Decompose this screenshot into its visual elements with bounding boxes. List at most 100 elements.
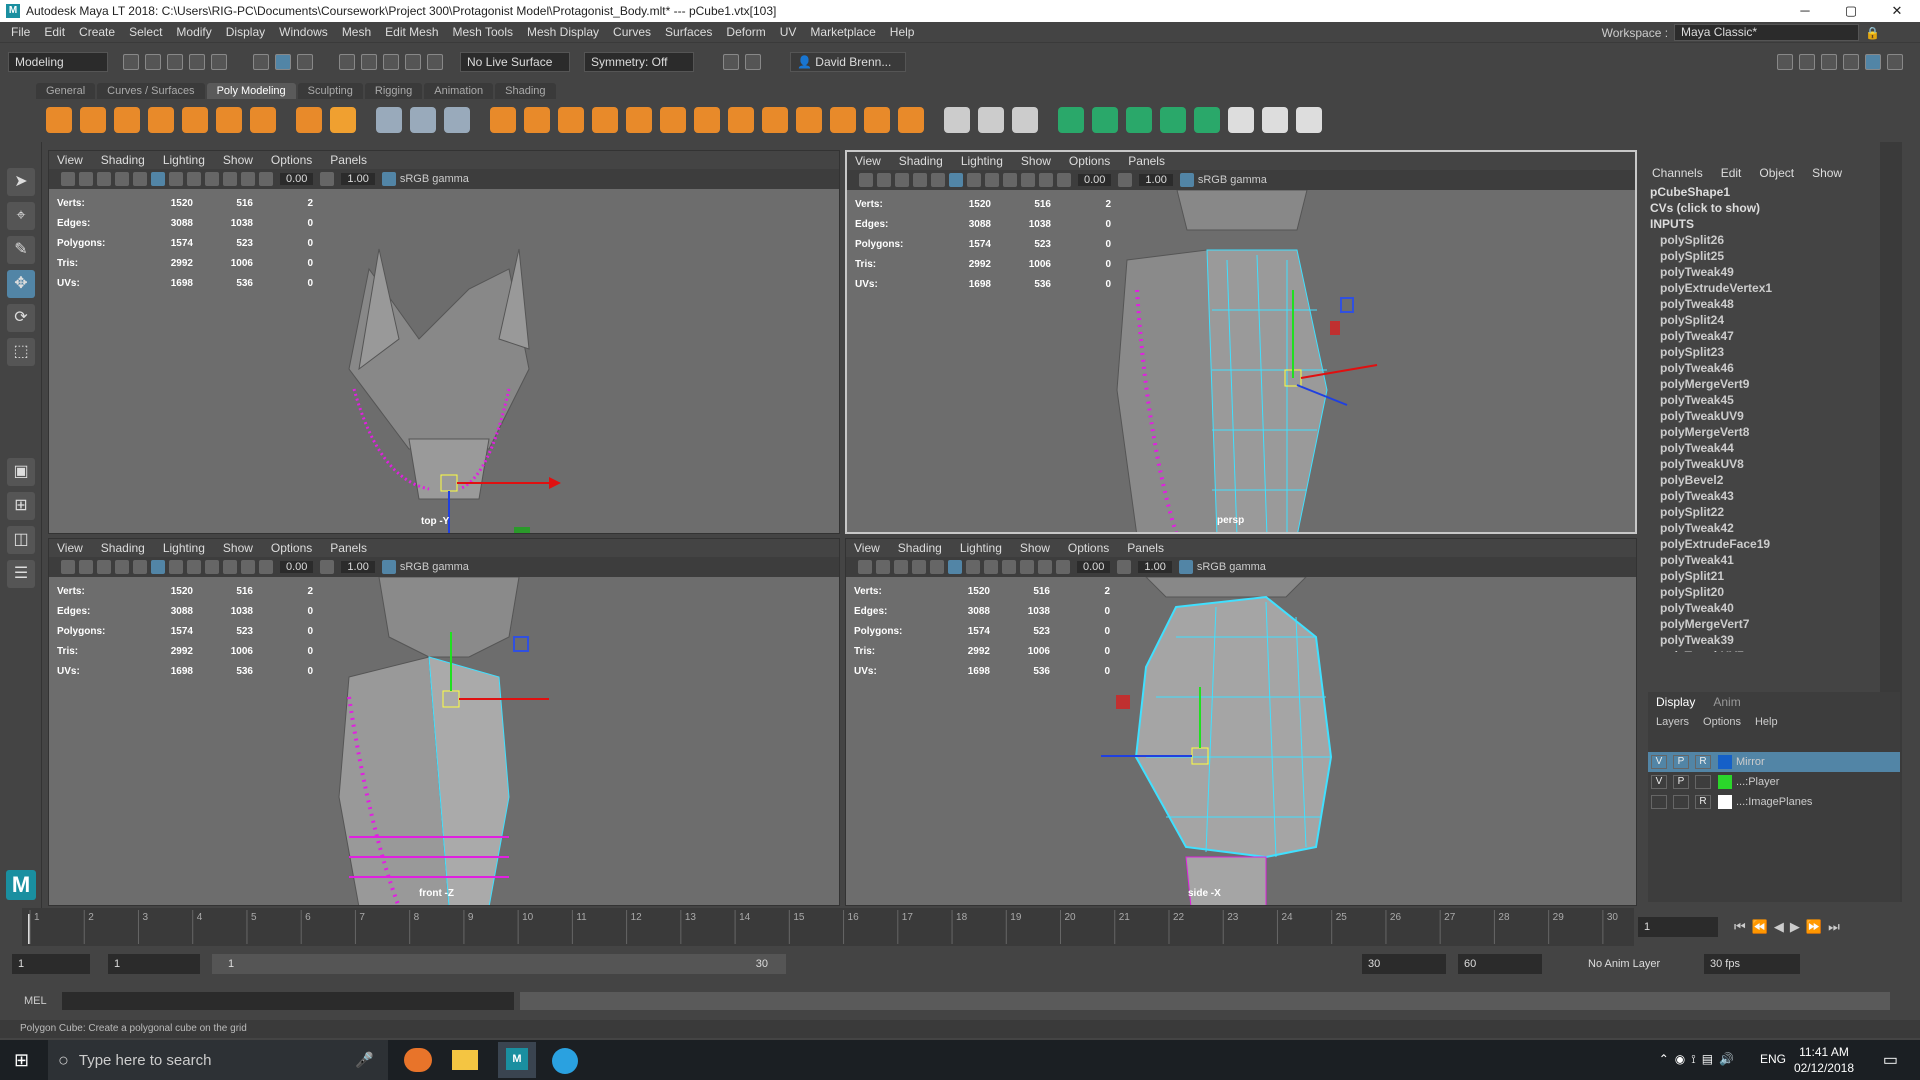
target-weld-icon[interactable] (1012, 107, 1038, 133)
exposure-icon[interactable] (259, 172, 273, 186)
separate-icon[interactable] (524, 107, 550, 133)
menu-create[interactable]: Create (72, 22, 122, 43)
redo-icon[interactable] (211, 54, 227, 70)
exposure-icon[interactable] (1057, 173, 1071, 187)
reduce-icon[interactable] (626, 107, 652, 133)
remesh-icon[interactable] (660, 107, 686, 133)
shading-menu[interactable]: Shading (101, 541, 145, 555)
poly-platonic-icon[interactable] (296, 107, 322, 133)
show-menu[interactable]: Show (223, 541, 253, 555)
lighting-menu[interactable]: Lighting (961, 154, 1003, 168)
playback-end-field[interactable]: 30 (1362, 954, 1446, 974)
poly-cylinder-icon[interactable] (114, 107, 140, 133)
input-node[interactable]: polyMergeVert7 (1640, 616, 1902, 632)
bevel-icon[interactable] (864, 107, 890, 133)
time-slider[interactable]: 1 2 3 4 5 6 7 8 9 10 11 12 13 14 15 16 17 18 19 20 21 22 23 24 2… (22, 908, 1642, 946)
layer-p-toggle[interactable]: P (1673, 775, 1689, 789)
open-scene-icon[interactable] (145, 54, 161, 70)
bookmark-icon[interactable] (876, 560, 890, 574)
gamma-icon[interactable] (320, 560, 335, 574)
menu-mesh-tools[interactable]: Mesh Tools (446, 22, 520, 43)
panels-menu[interactable]: Panels (330, 153, 367, 167)
poly-count-icon[interactable] (376, 107, 402, 133)
fps-dropdown[interactable]: 30 fps (1704, 954, 1800, 974)
shading-menu[interactable]: Shading (899, 154, 943, 168)
textured-icon[interactable] (967, 173, 981, 187)
gamma-icon[interactable] (1118, 173, 1133, 187)
input-node[interactable]: polyTweak41 (1640, 552, 1902, 568)
grid-icon[interactable] (115, 560, 129, 574)
object-menu[interactable]: Object (1759, 166, 1794, 184)
shelf-tab-rigging[interactable]: Rigging (364, 83, 423, 99)
view-menu[interactable]: View (855, 154, 881, 168)
menu-select[interactable]: Select (122, 22, 169, 43)
user-account-dropdown[interactable]: 👤 David Brenn... (790, 52, 906, 72)
viewport-side[interactable]: View Shading Lighting Show Options Panel… (845, 538, 1637, 906)
tool-settings-icon[interactable] (1821, 54, 1837, 70)
input-node[interactable]: polyMergeVert9 (1640, 376, 1902, 392)
tab-display[interactable]: Display (1656, 695, 1695, 709)
live-surface-dropdown[interactable]: No Live Surface (460, 52, 570, 72)
poly-cube-icon[interactable] (80, 107, 106, 133)
isolate-icon[interactable] (1038, 560, 1052, 574)
input-node[interactable]: polyExtrudeFace19 (1640, 536, 1902, 552)
input-node[interactable]: polyTweak40 (1640, 600, 1902, 616)
display-uv-icon[interactable] (410, 107, 436, 133)
xray-icon[interactable] (1021, 173, 1035, 187)
viewport-top[interactable]: View Shading Lighting Show Options Panel… (48, 150, 840, 534)
pause-render-icon[interactable] (745, 54, 761, 70)
layer-color-swatch[interactable] (1718, 755, 1732, 769)
select-component-icon[interactable] (297, 54, 313, 70)
wireframe-icon[interactable] (930, 560, 944, 574)
channel-box-icon[interactable] (1843, 54, 1859, 70)
image-plane-icon[interactable] (97, 560, 111, 574)
viewport-persp[interactable]: View Shading Lighting Show Options Panel… (845, 150, 1637, 534)
input-node[interactable]: polySplit24 (1640, 312, 1902, 328)
isolate-icon[interactable] (241, 560, 255, 574)
start-time-field[interactable]: 1 (12, 954, 90, 974)
layer-v-toggle[interactable] (1651, 795, 1667, 809)
planar-map-icon[interactable] (1092, 107, 1118, 133)
telegram-icon[interactable] (552, 1048, 578, 1074)
playback-start-field[interactable]: 1 (108, 954, 200, 974)
input-node[interactable]: polyMergeVert8 (1640, 424, 1902, 440)
layer-p-toggle[interactable]: P (1673, 755, 1689, 769)
layer-editor-icon[interactable] (1865, 54, 1881, 70)
wireframe-icon[interactable] (931, 173, 945, 187)
snap-grid-icon[interactable] (339, 54, 355, 70)
two-view-icon[interactable]: ◫ (7, 526, 35, 554)
textured-icon[interactable] (966, 560, 980, 574)
modeling-toolkit-icon[interactable] (1777, 54, 1793, 70)
input-node[interactable]: polyBevel2 (1640, 472, 1902, 488)
poly-plane-icon[interactable] (216, 107, 242, 133)
options-menu[interactable]: Options (1703, 716, 1741, 728)
xray-icon[interactable] (223, 172, 237, 186)
input-node[interactable]: polyTweak46 (1640, 360, 1902, 376)
windows-start-icon[interactable]: ⊞ (14, 1050, 29, 1071)
lighting-menu[interactable]: Lighting (163, 153, 205, 167)
menu-curves[interactable]: Curves (606, 22, 658, 43)
select-hierarchy-icon[interactable] (253, 54, 269, 70)
xray-icon[interactable] (223, 560, 237, 574)
sew-uv-icon[interactable] (1262, 107, 1288, 133)
options-menu[interactable]: Options (1068, 541, 1109, 555)
input-node[interactable]: polyTweakUV8 (1640, 456, 1902, 472)
grid-icon[interactable] (912, 560, 926, 574)
layer-r-toggle[interactable]: R (1695, 795, 1711, 809)
camera-icon[interactable] (61, 560, 75, 574)
camera-icon[interactable] (859, 173, 873, 187)
exposure-field[interactable]: 0.00 (280, 561, 314, 573)
taskbar-clock[interactable]: 11:41 AM 02/12/2018 (1794, 1044, 1854, 1076)
combine-icon[interactable] (490, 107, 516, 133)
menu-windows[interactable]: Windows (272, 22, 335, 43)
extrude-icon[interactable] (796, 107, 822, 133)
input-node[interactable]: polyTweak49 (1640, 264, 1902, 280)
show-menu[interactable]: Show (1020, 541, 1050, 555)
exposure-icon[interactable] (259, 560, 273, 574)
edit-menu[interactable]: Edit (1721, 166, 1742, 184)
options-menu[interactable]: Options (271, 153, 312, 167)
poly-cone-icon[interactable] (148, 107, 174, 133)
viewport-front[interactable]: View Shading Lighting Show Options Panel… (48, 538, 840, 906)
color-management-icon[interactable] (381, 172, 396, 186)
taskbar-search[interactable]: ○ Type here to search 🎤 (48, 1040, 388, 1080)
